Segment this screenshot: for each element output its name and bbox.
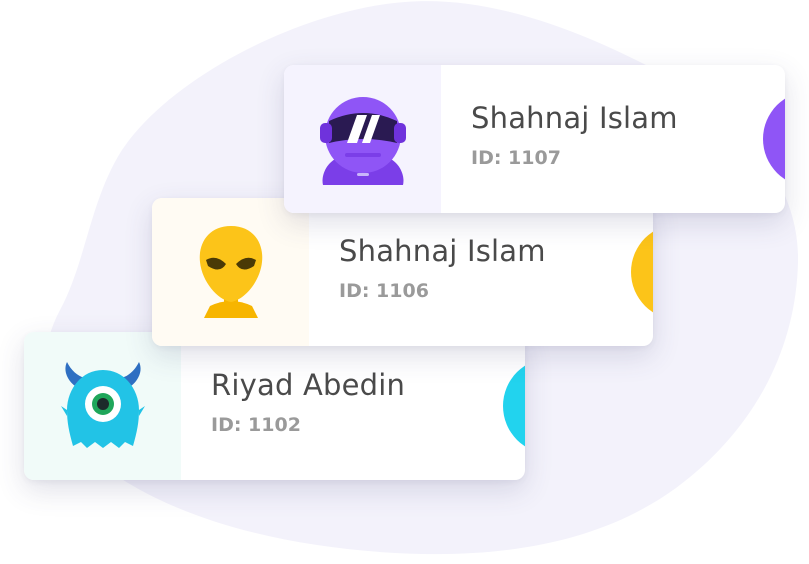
user-card-1102[interactable]: Riyad Abedin ID: 1102 <box>24 332 525 480</box>
user-name: Shahnaj Islam <box>339 234 546 268</box>
user-id: ID: 1106 <box>339 280 429 302</box>
user-card-1107[interactable]: Shahnaj Islam ID: 1107 <box>284 65 785 213</box>
avatar-panel <box>284 65 441 213</box>
user-id: ID: 1107 <box>471 147 561 169</box>
user-id: ID: 1102 <box>211 414 301 436</box>
user-card-1106[interactable]: Shahnaj Islam ID: 1106 <box>152 198 653 346</box>
accent-circle <box>631 224 653 320</box>
accent-circle <box>763 91 785 187</box>
astronaut-helmet-icon <box>319 97 406 185</box>
alien-head-icon <box>199 226 262 318</box>
user-name: Riyad Abedin <box>211 368 406 402</box>
avatar-panel <box>24 332 181 480</box>
one-eyed-monster-icon <box>60 362 145 448</box>
avatar-panel <box>152 198 309 346</box>
user-name: Shahnaj Islam <box>471 101 678 135</box>
accent-circle <box>503 358 525 454</box>
